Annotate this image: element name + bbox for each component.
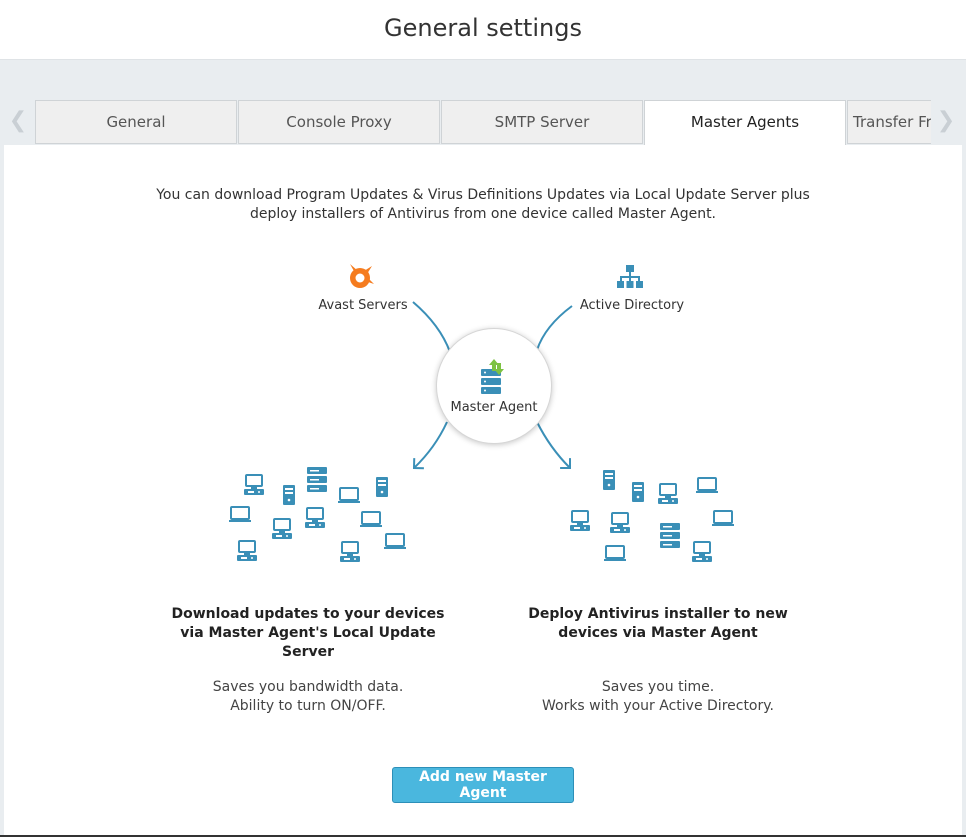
tab-master-agents[interactable]: Master Agents	[644, 100, 846, 145]
intro-text: You can download Program Updates & Virus…	[156, 187, 810, 222]
settings-tabs: General Console Proxy SMTP Server Master…	[35, 100, 931, 145]
page-title: General settings	[384, 14, 582, 42]
page-header: General settings	[0, 0, 966, 60]
master-agent-label: Master Agent	[450, 400, 538, 415]
tab-smtp-server[interactable]: SMTP Server	[441, 100, 643, 144]
master-agents-panel	[4, 145, 962, 835]
avast-servers-label: Avast Servers	[318, 298, 408, 313]
add-master-agent-button[interactable]: Add new Master Agent	[392, 767, 574, 803]
feature-download-line-1: Saves you bandwidth data.	[212, 679, 404, 695]
tab-transfer-from[interactable]: Transfer From	[847, 100, 931, 144]
chevron-right-icon[interactable]: ❯	[934, 108, 958, 133]
master-agent-node: Master Agent	[436, 328, 552, 444]
tab-general[interactable]: General	[35, 100, 237, 144]
tab-console-proxy[interactable]: Console Proxy	[238, 100, 440, 144]
feature-download-title: Download updates to your devices via Mas…	[171, 606, 445, 660]
active-directory-label: Active Directory	[579, 298, 685, 313]
feature-deploy-line-1: Saves you time.	[601, 679, 715, 695]
feature-deploy-line-2: Works with your Active Directory.	[541, 698, 774, 714]
server-sync-icon	[481, 359, 504, 394]
feature-deploy-title: Deploy Antivirus installer to new device…	[528, 606, 788, 641]
chevron-left-icon[interactable]: ❮	[6, 108, 30, 133]
feature-download-line-2: Ability to turn ON/OFF.	[230, 698, 386, 714]
